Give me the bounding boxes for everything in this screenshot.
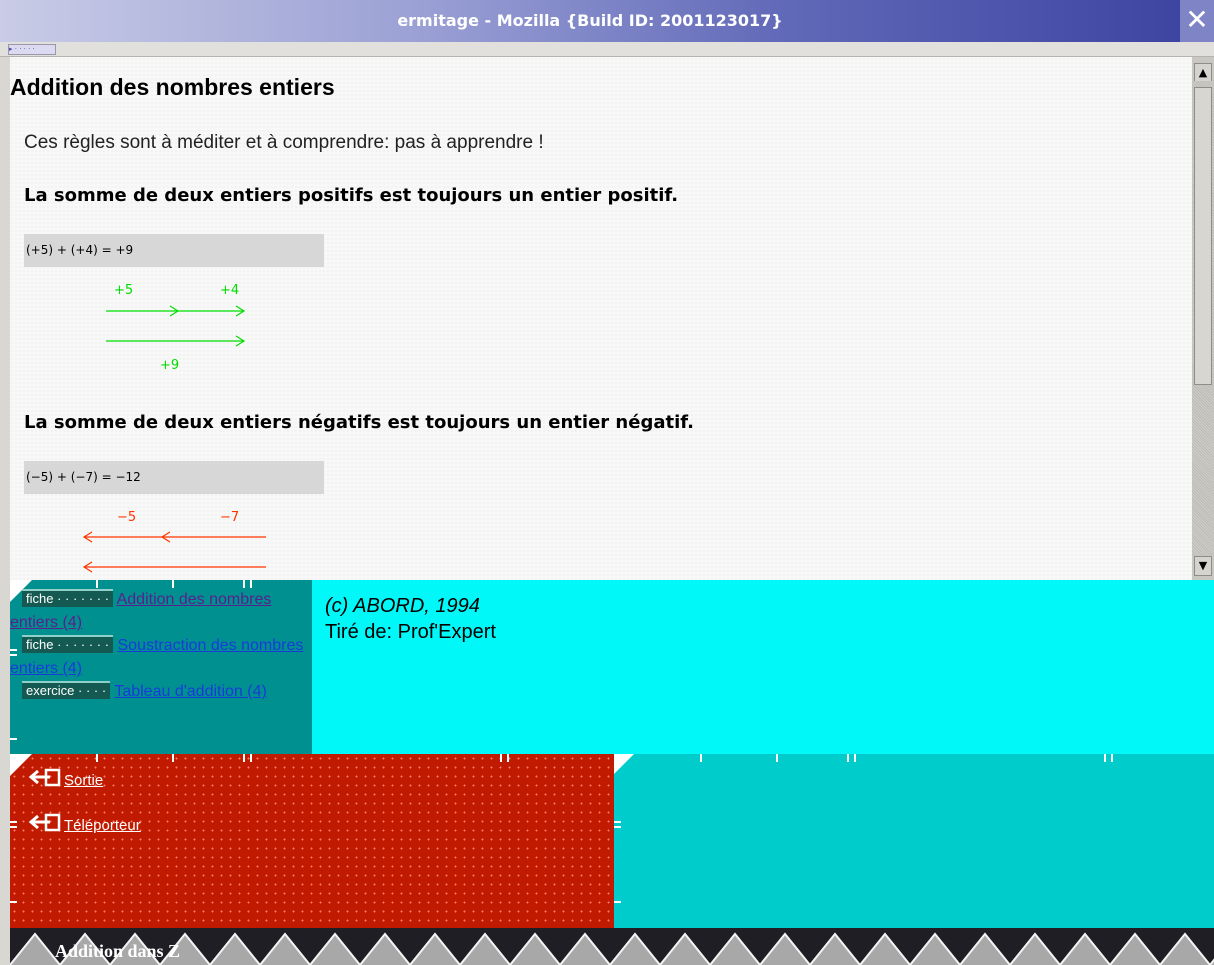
nav-tag-fiche: fiche · · · · · · · bbox=[22, 635, 114, 653]
close-icon[interactable]: ✕ bbox=[1180, 0, 1214, 42]
collapse-grippy[interactable]: ▸ · · · · · bbox=[8, 44, 56, 55]
label-plus9: +9 bbox=[160, 358, 179, 373]
number-line-negative: −5 −7 bbox=[82, 510, 266, 573]
nav-item-addition: fiche · · · · · · · Addition des nombres… bbox=[10, 588, 310, 634]
nav-list: fiche · · · · · · · Addition des nombres… bbox=[10, 588, 310, 703]
exit-arrow-icon bbox=[28, 813, 61, 832]
related-nav-panel: fiche · · · · · · · Addition des nombres… bbox=[10, 580, 312, 754]
window-title: ermitage - Mozilla {Build ID: 2001123017… bbox=[397, 11, 783, 30]
exit-link-sortie[interactable]: Sortie bbox=[28, 768, 103, 789]
scroll-down-icon[interactable]: ▼ bbox=[1194, 556, 1212, 576]
exit-label-teleporteur: Téléporteur bbox=[64, 817, 141, 834]
exit-label-sortie: Sortie bbox=[64, 772, 104, 789]
rule-heading-positive: La somme de deux entiers positifs est to… bbox=[24, 185, 679, 206]
toolbar-grip: ▸ · · · · · bbox=[0, 42, 1214, 57]
diamond-pattern bbox=[10, 928, 1214, 965]
footer-banner: Addition dans Z bbox=[10, 928, 1214, 965]
nav-link-tableau[interactable]: Tableau d'addition (4) bbox=[114, 683, 267, 700]
equation-box-positive: (+5) + (+4) = +9 bbox=[24, 234, 324, 267]
window-left-edge bbox=[0, 57, 10, 965]
footer-label: Addition dans Z bbox=[55, 941, 181, 961]
number-line-positive: +5 +4 +9 bbox=[106, 283, 246, 373]
nav-tag-fiche: fiche · · · · · · · bbox=[22, 589, 114, 607]
label-minus5: −5 bbox=[117, 510, 136, 525]
exit-top-ticks bbox=[10, 754, 614, 768]
exit-panel: Sortie Téléporteur bbox=[10, 754, 614, 928]
source-text: Tiré de: Prof'Expert bbox=[325, 621, 496, 643]
exit-arrow-icon bbox=[28, 768, 61, 787]
credit-panel: (c) ABORD, 1994 Tiré de: Prof'Expert bbox=[312, 580, 1214, 754]
scroll-up-icon[interactable]: ▲ bbox=[1194, 63, 1212, 83]
window-title-bar: ermitage - Mozilla {Build ID: 2001123017… bbox=[0, 0, 1214, 42]
nav-item-tableau: exercice · · · · Tableau d'addition (4) bbox=[10, 680, 310, 703]
page-title: Addition des nombres entiers bbox=[10, 74, 335, 100]
scrollbar-thumb[interactable] bbox=[1194, 87, 1212, 385]
equation-box-negative: (−5) + (−7) = −12 bbox=[24, 461, 324, 494]
content-pane: Addition des nombres entiers Ces règles … bbox=[10, 57, 1192, 580]
nav-tag-exercice: exercice · · · · bbox=[22, 681, 111, 699]
rule-heading-negative: La somme de deux entiers négatifs est to… bbox=[24, 412, 694, 433]
label-plus4: +4 bbox=[220, 283, 239, 298]
intro-text: Ces règles sont à méditer et à comprendr… bbox=[24, 132, 544, 153]
label-plus5: +5 bbox=[114, 283, 133, 298]
label-minus7: −7 bbox=[220, 510, 239, 525]
empty-teal-panel bbox=[614, 754, 1214, 928]
vertical-scrollbar[interactable]: ▲ ▼ bbox=[1192, 57, 1214, 580]
teal-top-ticks bbox=[614, 754, 1214, 768]
exit-link-teleporteur[interactable]: Téléporteur bbox=[28, 813, 141, 834]
nav-item-soustraction: fiche · · · · · · · Soustraction des nom… bbox=[10, 634, 310, 680]
copyright-text: (c) ABORD, 1994 bbox=[325, 595, 480, 617]
